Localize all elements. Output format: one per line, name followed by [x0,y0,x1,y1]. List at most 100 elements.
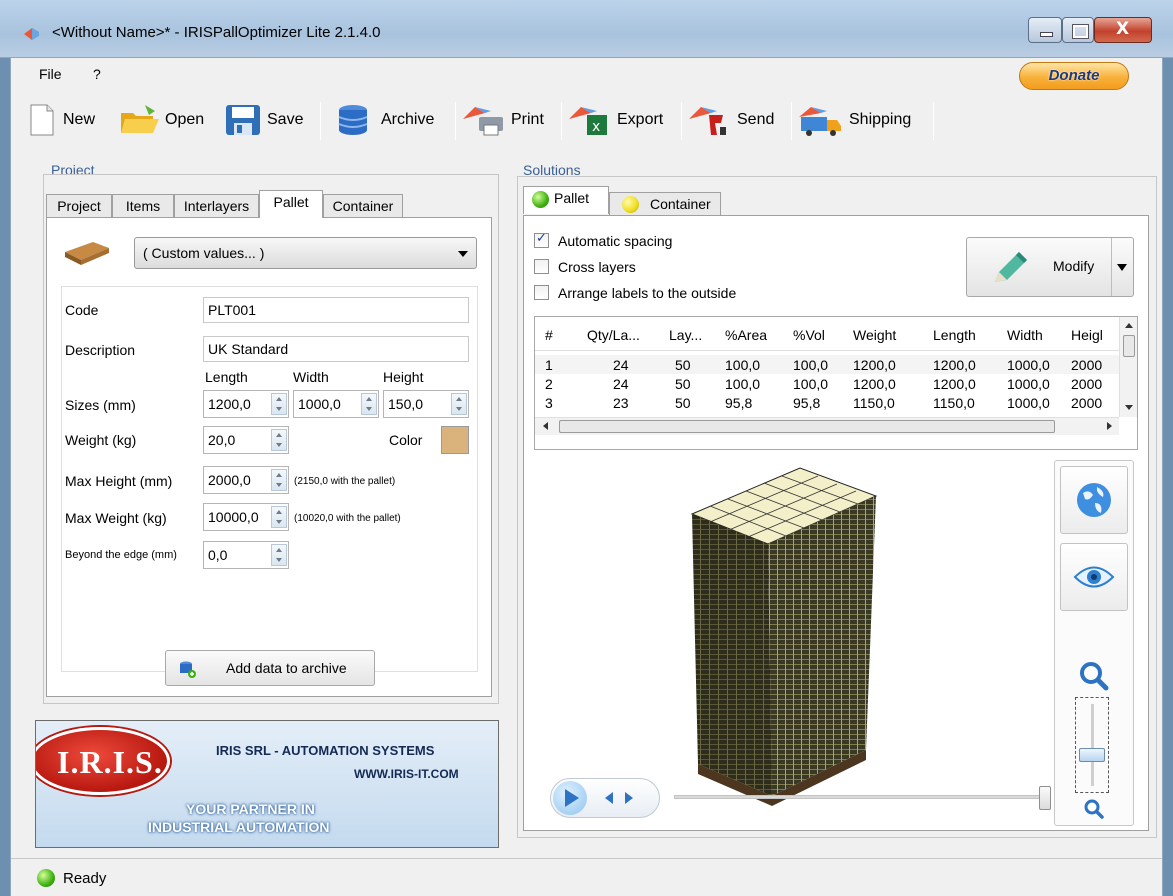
banner-tagline-1: YOUR PARTNER IN [186,801,315,817]
scroll-right-icon[interactable] [1107,422,1112,430]
chevron-down-icon[interactable] [1117,264,1127,271]
modify-button[interactable]: Modify [966,237,1134,297]
pallet-3d-viewer[interactable] [534,460,1051,826]
scroll-left-icon[interactable] [543,422,548,430]
col-layers[interactable]: Lay... [669,327,702,343]
tab-items[interactable]: Items [112,194,174,218]
table-cell: 23 [613,395,629,411]
toolbar-separator [681,102,682,140]
send-robot-icon [689,107,726,135]
zoom-slider-thumb[interactable] [1079,748,1105,762]
tab-pallet[interactable]: Pallet [259,190,323,218]
menu-file[interactable]: File [39,66,62,82]
col-height[interactable]: Heigl [1071,327,1103,343]
table-row[interactable]: 3 23 50 95,8 95,8 1150,0 1150,0 1000,0 2000 [535,393,1137,412]
tab-project[interactable]: Project [46,194,112,218]
sizes-label: Sizes (mm) [65,397,136,413]
scroll-up-icon[interactable] [1125,323,1133,328]
zoom-out-icon[interactable] [1084,799,1104,819]
cross-layers-checkbox[interactable] [534,259,549,274]
weight-stepper[interactable]: 20,0 [203,426,289,454]
export-button[interactable]: x Export [567,100,663,140]
tab-solution-container-label: Container [650,196,711,212]
pallet-preset-select[interactable]: ( Custom values... ) [134,237,477,269]
vscroll-thumb[interactable] [1123,335,1135,357]
max-height-stepper[interactable]: 2000,0 [203,466,289,494]
scroll-down-icon[interactable] [1125,405,1133,410]
donate-button[interactable]: Donate [1019,62,1129,90]
layer-slider-track[interactable] [674,795,1048,799]
col-weight[interactable]: Weight [853,327,896,343]
table-row[interactable]: 1 24 50 100,0 100,0 1200,0 1200,0 1000,0 2000 [535,355,1137,374]
minimize-button[interactable] [1028,17,1062,43]
archive-button[interactable]: Archive [333,100,434,140]
table-row[interactable]: 2 24 50 100,0 100,0 1200,0 1200,0 1000,0 2000 [535,374,1137,393]
close-button[interactable]: X [1094,17,1152,43]
export-label: Export [617,111,664,128]
auto-spacing-checkbox[interactable] [534,231,549,248]
shipping-button[interactable]: Shipping [797,100,911,140]
layer-slider-thumb[interactable] [1039,786,1051,810]
globe-view-button[interactable] [1060,466,1128,534]
grid-vscrollbar[interactable] [1119,317,1137,417]
toolbar: New Open Save Archive Print x Export Sen… [11,92,1162,146]
tab-interlayers[interactable]: Interlayers [174,194,259,218]
tab-container[interactable]: Container [323,194,403,218]
new-button[interactable]: New [25,100,95,140]
width-value: 1000,0 [298,396,341,412]
col-area[interactable]: %Area [725,327,767,343]
length-stepper[interactable]: 1200,0 [203,390,289,418]
zoom-slider[interactable] [1075,697,1109,793]
open-button[interactable]: Open [119,100,204,140]
window-title: <Without Name>* - IRISPallOptimizer Lite… [52,24,381,41]
col-qty-layer[interactable]: Qty/La... [587,327,640,343]
step-forward-icon[interactable] [625,792,633,804]
hscroll-thumb[interactable] [559,420,1055,433]
table-cell: 100,0 [793,357,829,373]
beyond-edge-stepper[interactable]: 0,0 [203,541,289,569]
spin-arrows-icon [451,393,467,415]
maximize-button[interactable] [1062,17,1094,43]
pallet-icon [65,242,109,265]
toolbar-separator [933,102,934,140]
view-tools-panel [1054,460,1134,826]
add-to-archive-label: Add data to archive [226,660,347,676]
archive-label: Archive [381,111,435,128]
col-width[interactable]: Width [1007,327,1043,343]
modify-label: Modify [1053,258,1095,274]
col-index[interactable]: # [545,327,553,343]
width-header: Width [293,369,329,385]
zoom-in-icon[interactable] [1079,661,1109,691]
send-button[interactable]: Send [687,100,774,140]
color-swatch[interactable] [441,426,469,454]
height-stepper[interactable]: 150,0 [383,390,469,418]
description-field[interactable]: UK Standard [203,336,469,362]
table-cell: 2000 [1071,357,1103,373]
code-field[interactable]: PLT001 [203,297,469,323]
yellow-status-icon [622,196,639,213]
col-length[interactable]: Length [933,327,976,343]
table-cell: 50 [675,376,691,392]
arrange-labels-checkbox[interactable] [534,285,549,300]
beyond-edge-label: Beyond the edge (mm) [65,549,177,561]
save-button[interactable]: Save [223,100,303,140]
step-back-icon[interactable] [605,792,613,804]
menu-help[interactable]: ? [93,66,101,82]
max-height-note: (2150,0 with the pallet) [294,476,396,487]
col-vol[interactable]: %Vol [793,327,825,343]
new-label: New [63,111,96,128]
eye-view-button[interactable] [1060,543,1128,611]
open-label: Open [165,111,205,128]
tab-solution-container[interactable]: Container [609,192,721,216]
toolbar-separator [320,102,321,140]
grid-hscrollbar[interactable] [535,417,1119,435]
add-to-archive-button[interactable]: Add data to archive [165,650,375,686]
pencil-icon [995,252,1027,282]
max-weight-stepper[interactable]: 10000,0 [203,503,289,531]
width-stepper[interactable]: 1000,0 [293,390,379,418]
pallet-preset-value: ( Custom values... ) [143,245,265,261]
tab-solution-pallet[interactable]: Pallet [523,186,609,214]
print-button[interactable]: Print [461,100,544,140]
iris-logo: I.R.I.S. [36,727,170,795]
title-bar: <Without Name>* - IRISPallOptimizer Lite… [0,0,1173,58]
